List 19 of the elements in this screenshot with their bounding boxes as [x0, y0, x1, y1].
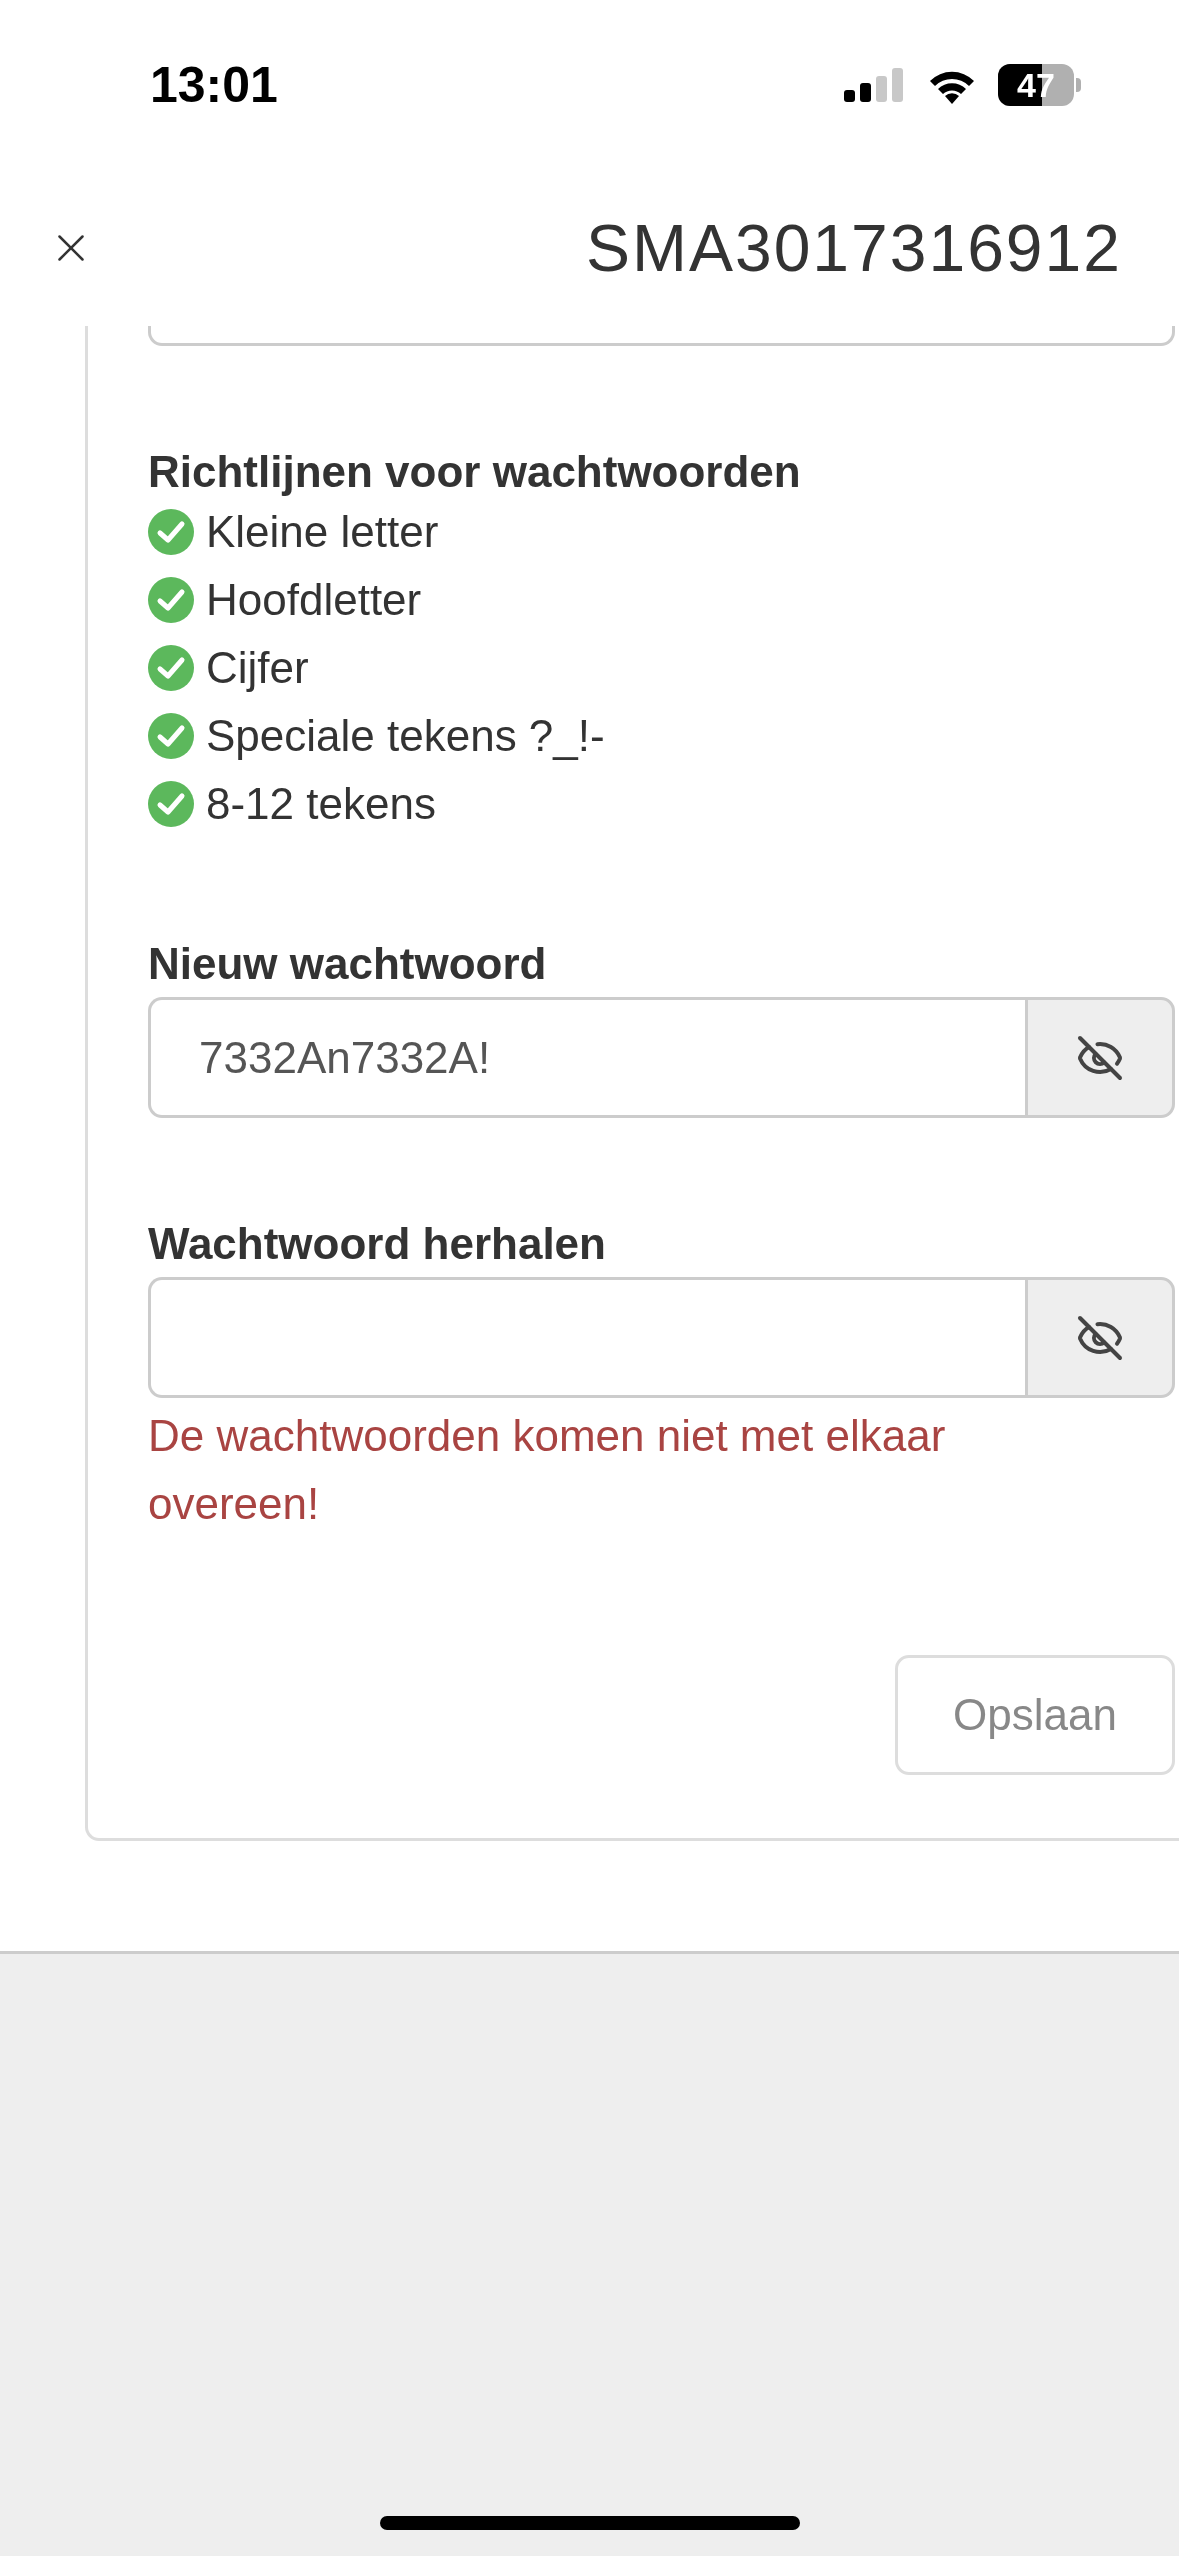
- clock: 13:01: [150, 55, 278, 115]
- page-title: SMA3017316912: [585, 209, 1122, 287]
- eye-off-icon: [1076, 1313, 1124, 1362]
- guidelines-title: Richtlijnen voor wachtwoorden: [148, 446, 802, 498]
- input-field[interactable]: [148, 326, 1175, 346]
- guideline-text: 8-12 tekens: [206, 778, 436, 830]
- eye-off-icon: [1076, 1033, 1124, 1082]
- password-field[interactable]: 7332An7332A!: [148, 997, 1025, 1118]
- signal-icon: [844, 68, 906, 102]
- guideline-text: Speciale tekens ?_!-: [206, 710, 605, 762]
- toggle-visibility-button[interactable]: [1025, 997, 1175, 1118]
- field-label: Wachtwoord herhalen: [148, 1218, 607, 1270]
- field-label: Nieuw wachtwoord: [148, 938, 548, 990]
- guideline-text: Cijfer: [206, 642, 309, 694]
- guideline-text: Hoofdletter: [206, 574, 422, 626]
- password-field[interactable]: [148, 1277, 1025, 1398]
- guideline-text: Kleine letter: [206, 506, 439, 558]
- toggle-visibility-button[interactable]: [1025, 1277, 1175, 1398]
- error-message: De wachtwoorden komen niet met elkaar overeen!: [148, 1410, 947, 1530]
